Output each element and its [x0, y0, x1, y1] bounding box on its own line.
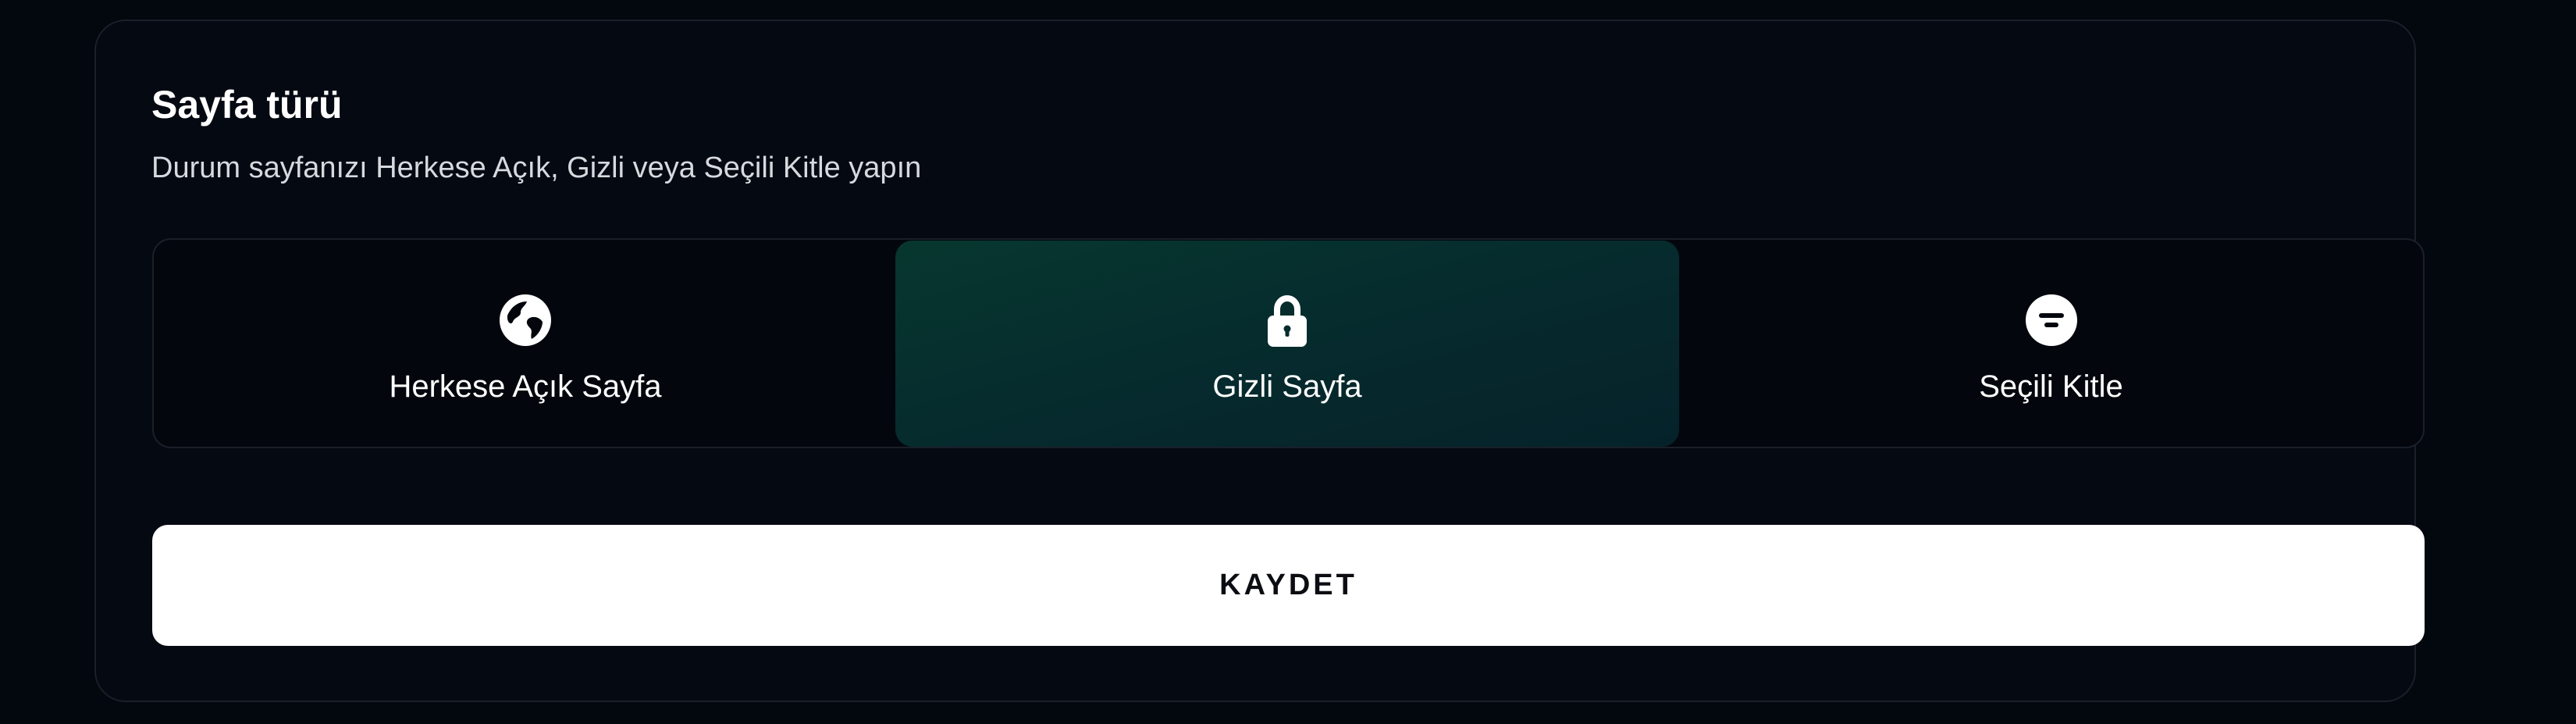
filter-icon — [2025, 294, 2077, 346]
option-private-page[interactable]: Gizli Sayfa — [895, 241, 1679, 447]
lock-icon — [1268, 294, 1307, 347]
option-label: Gizli Sayfa — [1212, 369, 1362, 404]
section-description: Durum sayfanızı Herkese Açık, Gizli veya… — [151, 152, 922, 184]
option-label: Herkese Açık Sayfa — [389, 369, 662, 404]
option-public-page[interactable]: Herkese Açık Sayfa — [155, 241, 896, 447]
globe-icon — [500, 294, 551, 346]
option-label: Seçili Kitle — [1979, 369, 2123, 404]
section-title: Sayfa türü — [151, 83, 343, 127]
save-button[interactable]: KAYDET — [152, 525, 2425, 646]
option-selected-audience[interactable]: Seçili Kitle — [1679, 241, 2423, 447]
